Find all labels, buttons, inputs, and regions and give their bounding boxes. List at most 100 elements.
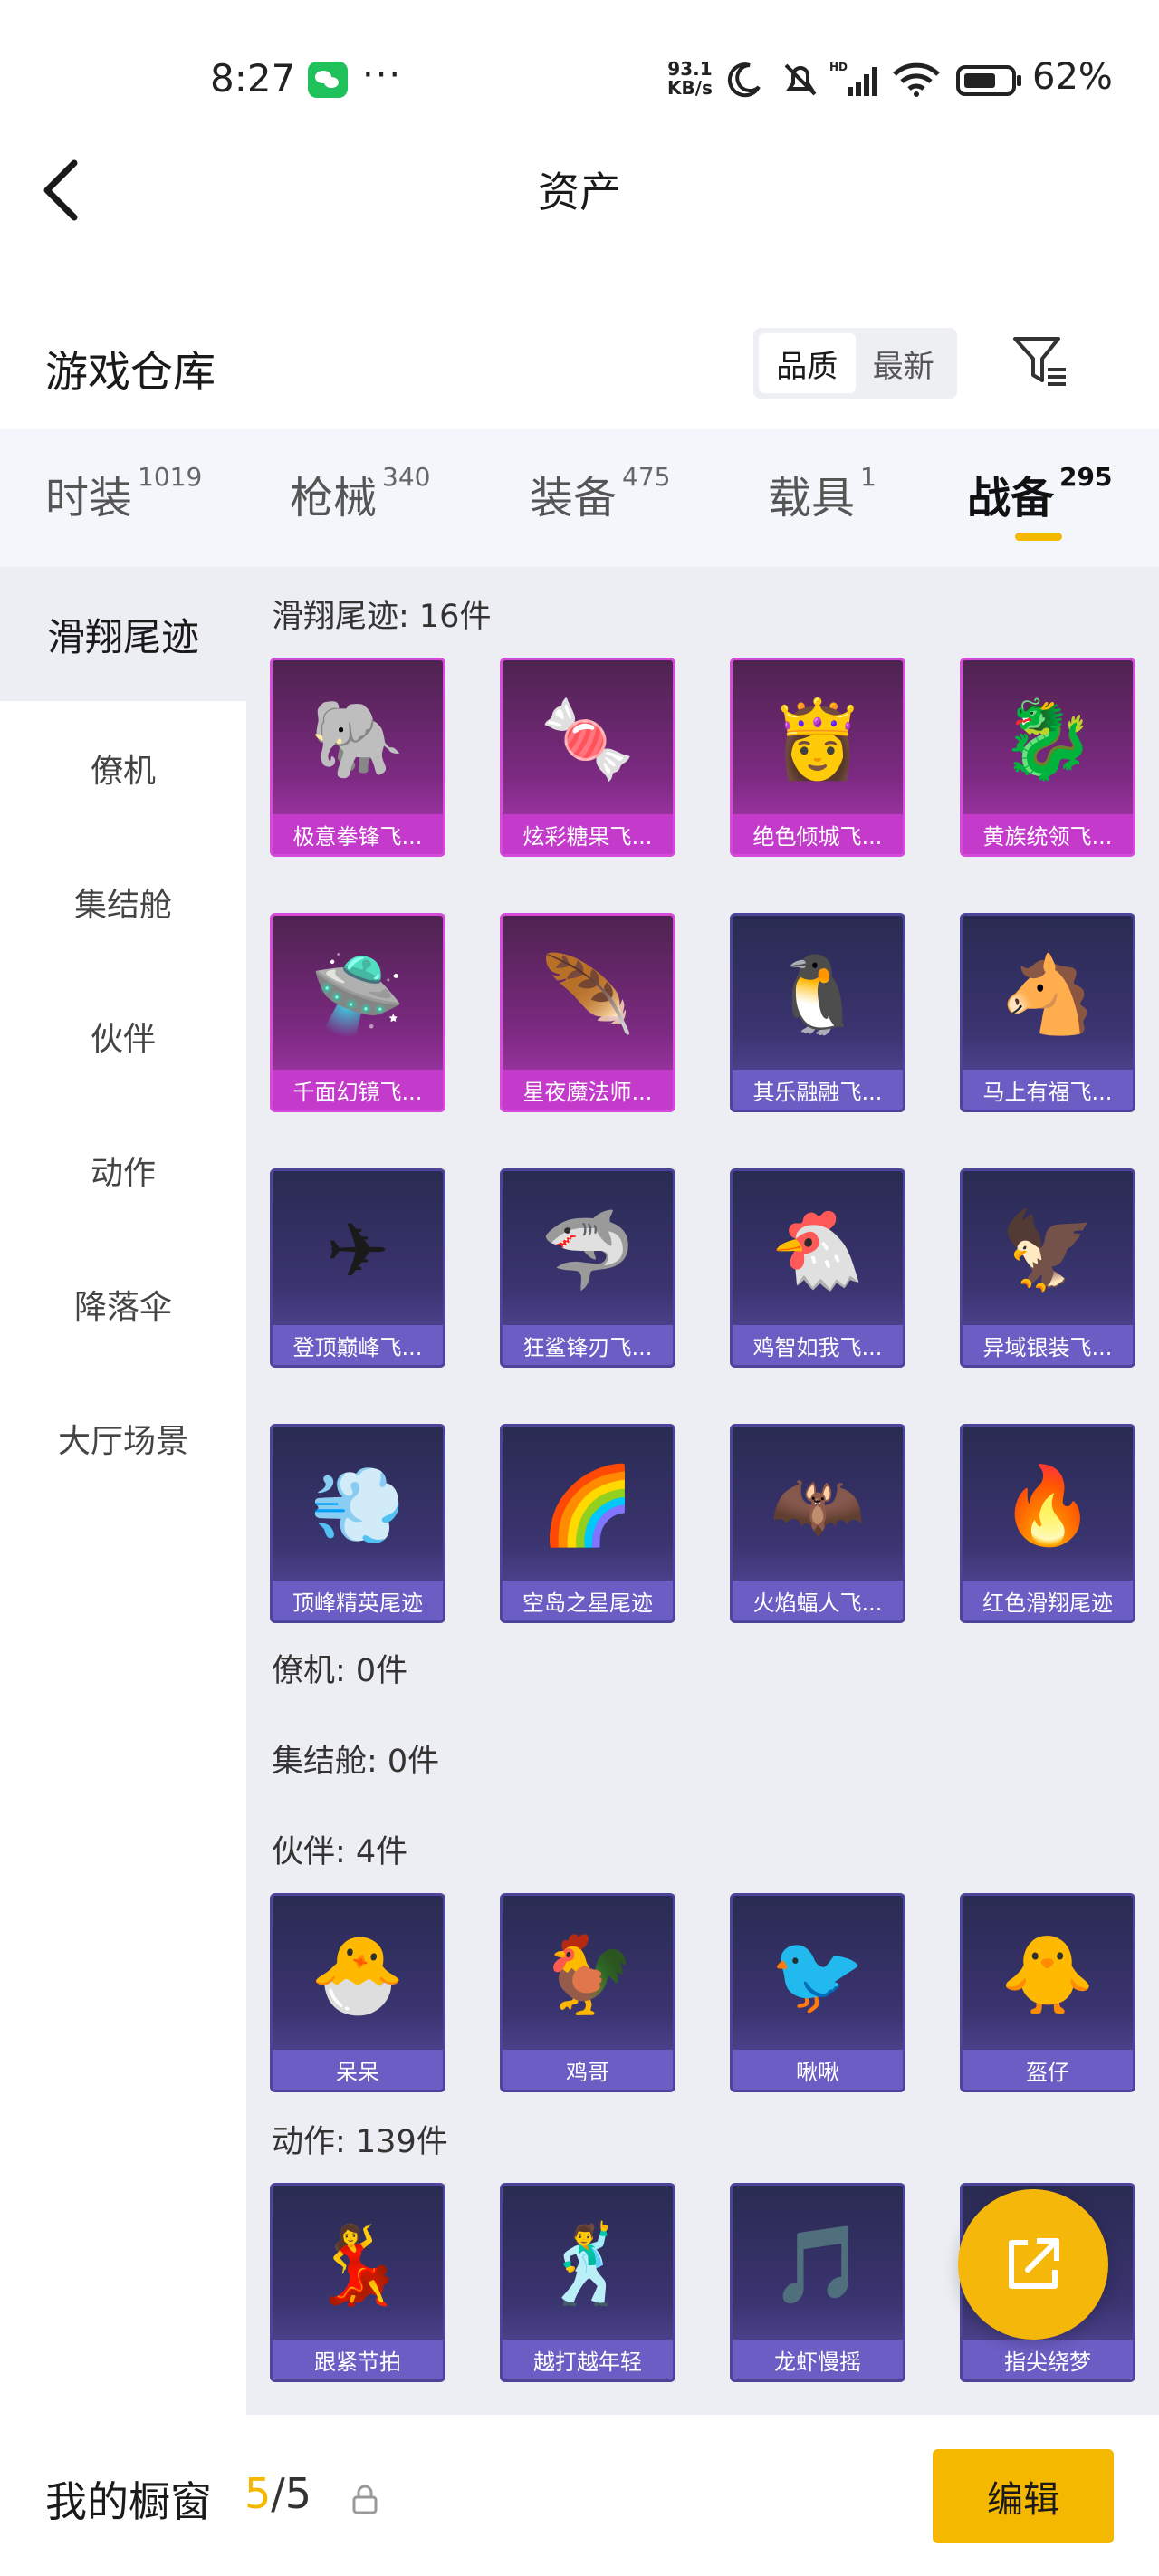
item-card[interactable]: 🐘 极意拳锋飞... xyxy=(270,658,445,857)
item-name: 黄族统领飞... xyxy=(963,814,1133,854)
item-card[interactable]: 🪶 星夜魔法师... xyxy=(500,913,675,1112)
item-card[interactable]: 🐉 黄族统领飞... xyxy=(960,658,1135,857)
item-name: 马上有福飞... xyxy=(963,1070,1133,1110)
side-item-partner[interactable]: 伙伴 xyxy=(0,969,246,1103)
item-card[interactable]: 💨 顶峰精英尾迹 xyxy=(270,1424,445,1623)
item-card[interactable]: 🦅 异域银装飞... xyxy=(960,1168,1135,1368)
item-card[interactable]: 👸 绝色倾城飞... xyxy=(730,658,905,857)
shark-icon: 🦈 xyxy=(503,1171,673,1330)
edit-button[interactable]: 编辑 xyxy=(933,2449,1114,2543)
share-button[interactable] xyxy=(958,2189,1108,2340)
group-label-glide: 滑翔尾迹: 16件 xyxy=(272,599,492,635)
item-card[interactable]: 🐣 呆呆 xyxy=(270,1893,445,2092)
filter-icon[interactable] xyxy=(1010,332,1069,391)
side-item-emote[interactable]: 动作 xyxy=(0,1103,246,1237)
beauty-icon: 👸 xyxy=(770,695,866,783)
item-card[interactable]: 🦈 狂鲨锋刃飞... xyxy=(500,1168,675,1368)
showcase-count: 5/5 xyxy=(244,2469,311,2518)
tab-count: 295 xyxy=(1059,462,1113,492)
item-name: 火焰蝠人飞... xyxy=(733,1581,903,1620)
tab-label: 装备 xyxy=(530,473,618,524)
item-name: 星夜魔法师... xyxy=(503,1070,673,1110)
item-card[interactable]: 🐧 其乐融融飞... xyxy=(730,913,905,1112)
tab-fashion[interactable]: 时装 1019 xyxy=(45,462,202,525)
item-name: 啾啾 xyxy=(733,2050,903,2090)
sort-newest-button[interactable]: 最新 xyxy=(856,333,953,393)
elephant-rider-icon: 🐘 xyxy=(273,660,443,819)
helmet-chick-icon: 🐥 xyxy=(963,1896,1133,2054)
tab-battle-prep[interactable]: 战备 295 xyxy=(967,462,1112,525)
shark-icon: 🦈 xyxy=(540,1206,636,1294)
rooster-icon: 🐓 xyxy=(540,1930,636,2019)
horse-icon: 🐴 xyxy=(1000,950,1096,1039)
sort-quality-button[interactable]: 品质 xyxy=(759,333,856,393)
side-nav: 滑翔尾迹 僚机 集结舱 伙伴 动作 降落伞 大厅场景 xyxy=(0,567,246,2415)
group-label-pod: 集结舱: 0件 xyxy=(272,1744,440,1780)
svg-text:HD: HD xyxy=(829,61,848,73)
rainbow-trail-icon: 🌈 xyxy=(540,1461,636,1550)
tab-weapons[interactable]: 枪械 340 xyxy=(290,462,430,525)
mute-bell-icon xyxy=(784,63,817,96)
side-item-wingman[interactable]: 僚机 xyxy=(0,701,246,835)
bat-hero-icon: 🦇 xyxy=(733,1427,903,1585)
item-name: 绝色倾城飞... xyxy=(733,814,903,854)
item-name: 越打越年轻 xyxy=(503,2340,673,2379)
item-card[interactable]: 🐥 盔仔 xyxy=(960,1893,1135,2092)
side-item-glide-trail[interactable]: 滑翔尾迹 xyxy=(0,567,246,701)
tab-label: 时装 xyxy=(45,473,133,524)
penguin-icon: 🐧 xyxy=(770,950,866,1039)
group-label-emote: 动作: 139件 xyxy=(272,2124,448,2160)
ufo-icon: 🛸 xyxy=(273,916,443,1074)
horse-icon: 🐴 xyxy=(963,916,1133,1074)
helmet-chick-icon: 🐥 xyxy=(1000,1930,1096,2019)
item-card[interactable]: 🌈 空岛之星尾迹 xyxy=(500,1424,675,1623)
penguin-icon: 🐧 xyxy=(733,916,903,1074)
item-card[interactable]: 🐦 啾啾 xyxy=(730,1893,905,2092)
item-card[interactable]: 🐴 马上有福飞... xyxy=(960,913,1135,1112)
pink-bird-icon: 🐦 xyxy=(733,1896,903,2054)
item-card[interactable]: 🐔 鸡智如我飞... xyxy=(730,1168,905,1368)
category-tabs: 时装 1019 枪械 340 装备 475 载具 1 战备 295 xyxy=(0,429,1159,567)
wifi-icon xyxy=(893,62,940,97)
item-card[interactable]: 🦇 火焰蝠人飞... xyxy=(730,1424,905,1623)
dragon-icon: 🐉 xyxy=(963,660,1133,819)
item-name: 极意拳锋飞... xyxy=(273,814,443,854)
item-name: 顶峰精英尾迹 xyxy=(273,1581,443,1620)
candy-icon: 🍬 xyxy=(503,660,673,819)
battery-icon xyxy=(956,65,1021,96)
item-card[interactable]: 🎵 龙虾慢摇 xyxy=(730,2183,905,2382)
item-card[interactable]: 🕺 越打越年轻 xyxy=(500,2183,675,2382)
item-name: 千面幻镜飞... xyxy=(273,1070,443,1110)
item-card[interactable]: ✈ 登顶巅峰飞... xyxy=(270,1168,445,1368)
item-card[interactable]: 🍬 炫彩糖果飞... xyxy=(500,658,675,857)
item-card[interactable]: 🐓 鸡哥 xyxy=(500,1893,675,2092)
item-content: 滑翔尾迹: 16件 🐘 极意拳锋飞... 🍬 炫彩糖果飞... 👸 绝色倾城飞... 🐉 黄族… xyxy=(246,567,1159,2415)
item-name: 炫彩糖果飞... xyxy=(503,814,673,854)
tab-count: 475 xyxy=(622,462,671,492)
ufo-icon: 🛸 xyxy=(310,950,406,1039)
feather-wing-icon: 🪶 xyxy=(503,916,673,1074)
item-card[interactable]: 💃 跟紧节拍 xyxy=(270,2183,445,2382)
side-item-assembly-pod[interactable]: 集结舱 xyxy=(0,835,246,969)
item-card[interactable]: 🛸 千面幻镜飞... xyxy=(270,913,445,1112)
net-speed: 93.1 KB/s xyxy=(667,60,713,98)
page-title: 资产 xyxy=(538,168,621,216)
mecha-wing-icon: 🦅 xyxy=(1000,1206,1096,1294)
mecha-wing-icon: 🦅 xyxy=(963,1171,1133,1330)
tab-label: 战备 xyxy=(967,473,1055,524)
tab-vehicles[interactable]: 载具 1 xyxy=(768,462,876,525)
dragon-icon: 🐉 xyxy=(1000,695,1096,783)
item-name: 狂鲨锋刃飞... xyxy=(503,1325,673,1365)
side-item-lobby-scene[interactable]: 大厅场景 xyxy=(0,1371,246,1505)
side-item-parachute[interactable]: 降落伞 xyxy=(0,1237,246,1371)
item-name: 呆呆 xyxy=(273,2050,443,2090)
item-card[interactable]: 🔥 红色滑翔尾迹 xyxy=(960,1424,1135,1623)
showcase-total: 5 xyxy=(284,2469,312,2518)
showcase-current: 5 xyxy=(244,2469,272,2518)
elephant-rider-icon: 🐘 xyxy=(310,695,406,783)
item-name: 龙虾慢摇 xyxy=(733,2340,903,2379)
group-label-wingman: 僚机: 0件 xyxy=(272,1653,408,1689)
net-speed-unit: KB/s xyxy=(667,77,713,99)
status-bar: 8:27 ··· 93.1 KB/s HD 62% xyxy=(0,0,1159,159)
tab-equipment[interactable]: 装备 475 xyxy=(530,462,670,525)
